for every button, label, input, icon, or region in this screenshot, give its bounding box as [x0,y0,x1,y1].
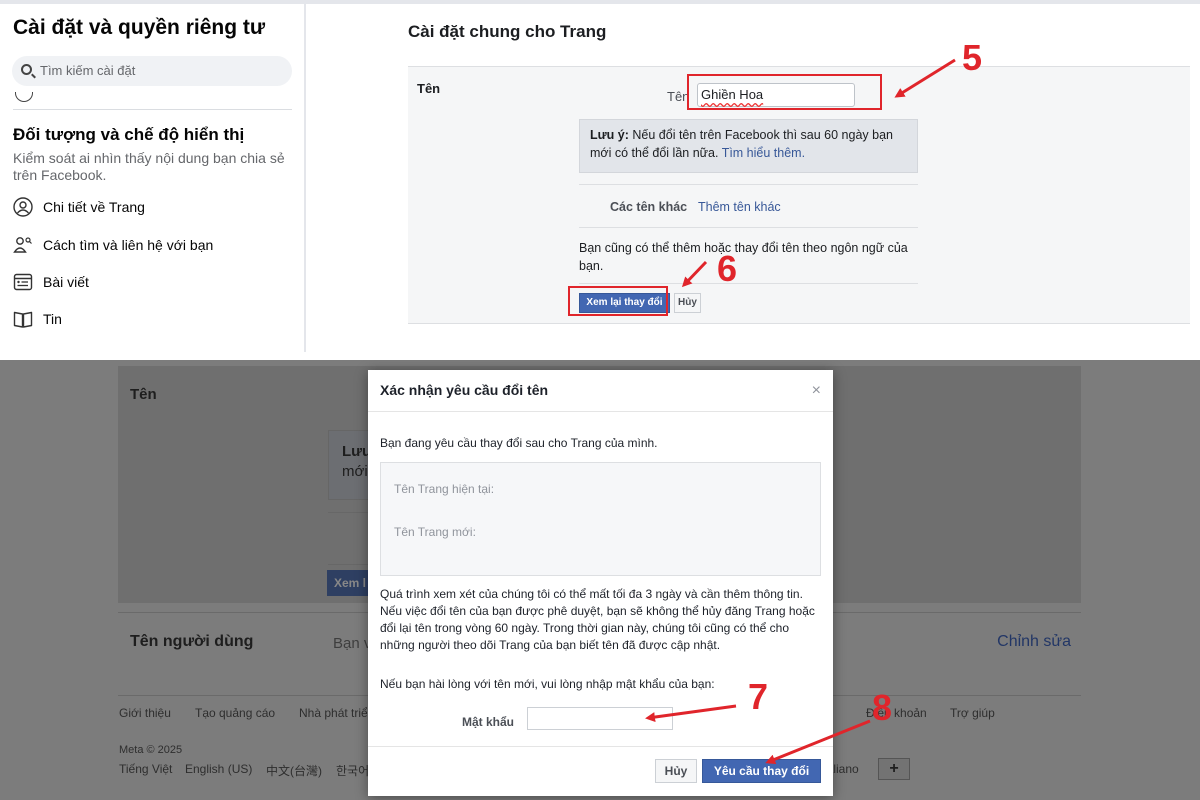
step-number-7: 7 [748,676,769,717]
book-icon [13,311,33,328]
language-info-text: Bạn cũng có thể thêm hoặc thay đổi tên t… [579,241,908,273]
note-box: Lưu ý: Nếu đổi tên trên Facebook thì sau… [579,119,918,173]
sidebar-item-label: Cách tìm và liên hệ với bạn [43,237,214,253]
dialog-title: Xác nhận yêu cầu đổi tên [380,382,549,398]
password-label: Mật khẩu [462,715,515,729]
divider [579,184,918,185]
sidebar-divider [13,92,292,110]
name-change-summary: Tên Trang hiện tại: Tên Trang mới: [380,462,821,576]
dialog-cancel-button[interactable]: Hủy [655,759,697,783]
password-input[interactable] [527,707,673,730]
footer-link: Nhà phát triể [299,706,367,720]
section-description: Kiểm soát ai nhìn thấy nội dung bạn chia… [13,150,285,183]
edit-link: Chỉnh sửa [997,633,1071,650]
username-value: Bạn v [333,635,372,652]
settings-screenshot-top: Cài đặt và quyền riêng tư Tìm kiếm cài đ… [0,0,1200,352]
footer-link: Giới thiệu [119,706,171,720]
dialog-intro: Bạn đang yêu cầu thay đổi sau cho Trang … [380,436,658,450]
add-language-button: + [878,758,910,780]
language-link: English (US) [185,762,253,776]
request-change-button[interactable]: Yêu cầu thay đổi [702,759,821,783]
add-alt-name-link[interactable]: Thêm tên khác [698,200,781,214]
step-number-5: 5 [962,37,983,78]
highlight-name-input [687,74,882,110]
partial-icon [15,92,33,102]
username-label: Tên người dùng [130,633,254,650]
settings-screenshot-bottom: Tên Lưu mới Xem l Tên người dùng Bạn v C… [0,360,1200,800]
password-prompt: Nếu bạn hài lòng với tên mới, vui lòng n… [380,677,715,691]
divider [579,283,918,284]
user-circle-icon [13,197,33,217]
divider [368,411,833,412]
sidebar-item-stories[interactable]: Tin [13,308,62,332]
page-title: Cài đặt chung cho Trang [408,22,607,41]
search-input[interactable]: Tìm kiếm cài đặt [12,56,292,86]
row-label: Tên [417,81,441,96]
dimmed-row-label: Tên [130,386,157,403]
divider [579,227,918,228]
sidebar-title: Cài đặt và quyền riêng tư [13,16,266,39]
alt-names-label: Các tên khác [610,200,688,214]
review-info-text: Quá trình xem xét của chúng tôi có thể m… [380,587,815,652]
sidebar-item-page-details[interactable]: Chi tiết về Trang [13,196,145,220]
page-settings-main: Cài đặt chung cho Trang Tên Tên Ghiền Ho… [408,4,1200,352]
highlight-review-button [568,286,668,316]
section-title: Đối tượng và chế độ hiển thị [13,125,245,144]
sidebar-item-label: Chi tiết về Trang [43,199,145,215]
post-icon [13,273,33,291]
step-number-8: 8 [872,687,893,728]
language-link: 中文(台灣) [266,764,322,778]
search-placeholder: Tìm kiếm cài đặt [40,63,136,78]
step-number-6: 6 [717,248,738,289]
dimmed-note-text: mới [342,463,368,480]
divider [368,746,833,747]
search-icon [21,64,32,75]
note-bold: Lưu ý: [590,128,629,142]
footer-link: Trợ giúp [950,706,995,720]
sidebar-item-find-contact[interactable]: Cách tìm và liên hệ với bạn [13,234,213,258]
language-link: Tiếng Việt [119,762,173,776]
find-contact-icon [13,237,32,253]
learn-more-link[interactable]: Tìm hiểu thêm. [722,146,805,160]
language-link: 한국어 [336,764,368,778]
close-icon[interactable]: × [812,382,821,400]
confirm-rename-dialog: Xác nhận yêu cầu đổi tên × Bạn đang yêu … [368,370,833,796]
sidebar-item-label: Tin [43,311,62,327]
sidebar-item-label: Bài viết [43,274,89,290]
dimmed-note-bold: Lưu [342,443,372,460]
footer-link: Tạo quảng cáo [195,706,276,720]
copyright: Meta © 2025 [119,744,183,756]
sidebar-item-posts[interactable]: Bài viết [13,271,89,295]
new-name-label: Tên Trang mới: [394,525,476,539]
current-name-label: Tên Trang hiện tại: [394,482,495,496]
cancel-button[interactable]: Hủy [674,293,701,313]
settings-sidebar: Cài đặt và quyền riêng tư Tìm kiếm cài đ… [0,4,306,352]
